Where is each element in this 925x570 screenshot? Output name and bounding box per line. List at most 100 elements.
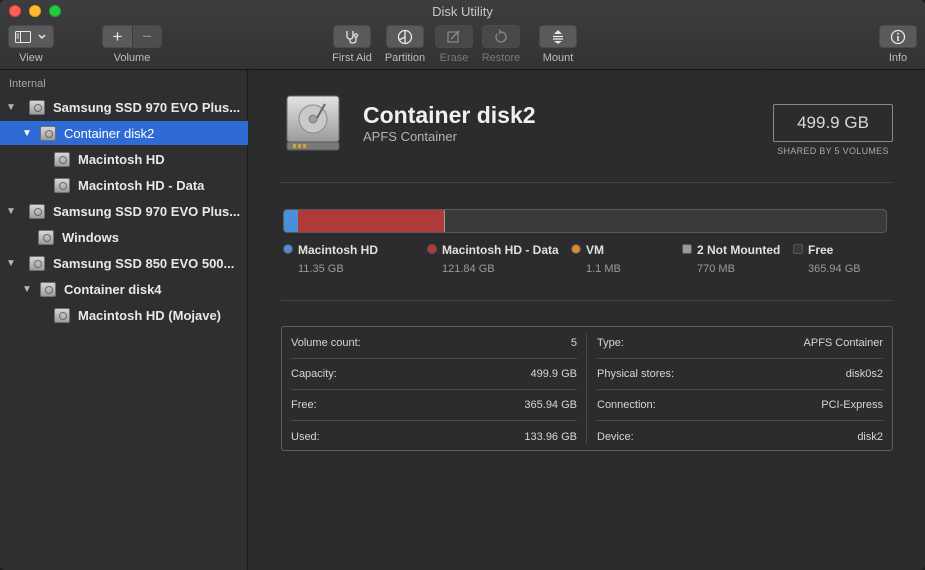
legend-name: Free: [808, 243, 834, 257]
info-row-free: Free: 365.94 GB: [291, 390, 577, 421]
divider: [281, 300, 893, 301]
disclosure-triangle-icon[interactable]: ▼: [6, 102, 16, 113]
sidebar-item-label: Samsung SSD 970 EVO Plus...: [53, 99, 241, 115]
restore-button[interactable]: [482, 25, 520, 48]
info-label: Used:: [291, 430, 320, 443]
remove-volume-button[interactable]: −: [132, 26, 161, 47]
volume-label: Volume: [113, 52, 151, 64]
info-button[interactable]: [879, 25, 917, 48]
mount-label: Mount: [542, 52, 574, 64]
info-label: Volume count:: [291, 337, 361, 349]
legend-swatch: [793, 244, 803, 254]
volume-subtitle: APFS Container: [363, 129, 457, 144]
info-label: Info: [888, 52, 908, 64]
sidebar-item-label: Samsung SSD 970 EVO Plus...: [53, 203, 241, 219]
info-row-connection: Connection: PCI-Express: [597, 390, 883, 421]
info-label: Capacity:: [291, 368, 337, 380]
disk-utility-window: Disk Utility View + − Volume First Aid P…: [0, 0, 925, 570]
info-row-volume-count: Volume count: 5: [291, 328, 577, 359]
info-value: 5: [570, 337, 577, 349]
disk-icon: [54, 307, 70, 323]
toolbar: Disk Utility View + − Volume First Aid P…: [0, 0, 925, 70]
first-aid-button[interactable]: [333, 25, 371, 48]
legend-name: VM: [586, 243, 604, 257]
info-row-type: Type: APFS Container: [597, 328, 883, 359]
mount-button[interactable]: [539, 25, 577, 48]
sidebar-item-macintosh-hd[interactable]: Macintosh HD: [0, 147, 248, 171]
info-label: Connection:: [597, 399, 656, 411]
info-label: Free:: [291, 399, 317, 411]
info-value: 499.9 GB: [530, 368, 577, 380]
add-volume-button[interactable]: +: [103, 26, 132, 47]
capacity-box: 499.9 GB: [773, 104, 893, 142]
disk-icon: [29, 255, 45, 271]
restore-icon: [495, 29, 507, 43]
legend-name: Macintosh HD: [298, 243, 379, 257]
volume-segmented-control: + −: [102, 25, 162, 48]
legend-swatch: [427, 244, 437, 254]
mount-icon: [553, 29, 563, 44]
sidebar-item-label: Container disk2: [64, 125, 155, 141]
sidebar-item-macintosh-hd-mojave[interactable]: Macintosh HD (Mojave): [0, 303, 248, 327]
disk-icon: [40, 281, 56, 297]
info-value: 365.94 GB: [524, 399, 577, 411]
usage-segment: [284, 210, 298, 232]
sidebar-item-container-disk2[interactable]: ▼ Container disk2: [0, 121, 248, 145]
disk-icon: [38, 229, 54, 245]
disk-icon: [54, 177, 70, 193]
legend-size: 11.35 GB: [298, 263, 344, 275]
sidebar-item-samsung-970-1[interactable]: ▼ Samsung SSD 970 EVO Plus...: [0, 95, 248, 119]
first-aid-label: First Aid: [332, 52, 372, 64]
sidebar-item-label: Windows: [62, 229, 119, 245]
info-value: disk2: [857, 430, 883, 443]
usage-bar: [283, 209, 887, 233]
disclosure-triangle-icon[interactable]: ▼: [6, 206, 16, 217]
legend-size: 1.1 MB: [586, 263, 621, 275]
volume-title: Container disk2: [363, 102, 536, 128]
stethoscope-icon: [346, 30, 359, 44]
legend-size: 365.94 GB: [808, 263, 861, 275]
partition-button[interactable]: [386, 25, 424, 48]
disclosure-triangle-icon[interactable]: ▼: [22, 128, 32, 139]
legend-swatch: [571, 244, 581, 254]
erase-button[interactable]: [435, 25, 473, 48]
info-row-physical-stores: Physical stores: disk0s2: [597, 359, 883, 390]
info-row-device: Device: disk2: [597, 421, 883, 452]
sidebar-item-label: Samsung SSD 850 EVO 500...: [53, 255, 235, 271]
sidebar-item-windows[interactable]: Windows: [0, 225, 248, 249]
info-value: APFS Container: [803, 337, 883, 349]
info-icon: [890, 29, 906, 44]
disclosure-triangle-icon[interactable]: ▼: [6, 258, 16, 269]
disclosure-triangle-icon[interactable]: ▼: [22, 284, 32, 295]
sidebar-item-macintosh-hd-data[interactable]: Macintosh HD - Data: [0, 173, 248, 197]
legend-name: Macintosh HD - Data: [442, 243, 559, 257]
info-label: Physical stores:: [597, 368, 675, 380]
sidebar-item-samsung-850[interactable]: ▼ Samsung SSD 850 EVO 500...: [0, 251, 248, 275]
usage-segment: [297, 210, 445, 232]
erase-label: Erase: [439, 52, 469, 64]
restore-label: Restore: [481, 52, 521, 64]
view-button[interactable]: [8, 25, 54, 48]
disk-icon: [40, 125, 56, 141]
info-value: PCI-Express: [821, 399, 883, 411]
sidebar: Internal ▼ Samsung SSD 970 EVO Plus... ▼…: [0, 70, 248, 570]
sidebar-item-samsung-970-2[interactable]: ▼ Samsung SSD 970 EVO Plus...: [0, 199, 248, 223]
hard-drive-icon: [286, 95, 340, 151]
disk-icon: [29, 203, 45, 219]
sidebar-item-label: Container disk4: [64, 281, 162, 297]
sidebar-item-label: Macintosh HD (Mojave): [78, 307, 222, 323]
chevron-down-icon: [38, 33, 46, 39]
sidebar-item-container-disk4[interactable]: ▼ Container disk4: [0, 277, 248, 301]
info-value: disk0s2: [845, 368, 883, 380]
detail-pane: Container disk2 APFS Container 499.9 GB …: [249, 70, 925, 570]
info-row-used: Used: 133.96 GB: [291, 421, 577, 452]
sidebar-icon: [15, 30, 31, 43]
usage-segment: [444, 210, 446, 232]
view-label: View: [19, 52, 43, 64]
legend-size: 121.84 GB: [442, 263, 495, 275]
sidebar-item-label: Macintosh HD - Data: [78, 177, 205, 193]
shared-by-label: SHARED BY 5 VOLUMES: [777, 146, 889, 156]
info-value: 133.96 GB: [524, 430, 577, 443]
legend-name: 2 Not Mounted: [697, 243, 781, 257]
info-label: Type:: [597, 337, 624, 349]
